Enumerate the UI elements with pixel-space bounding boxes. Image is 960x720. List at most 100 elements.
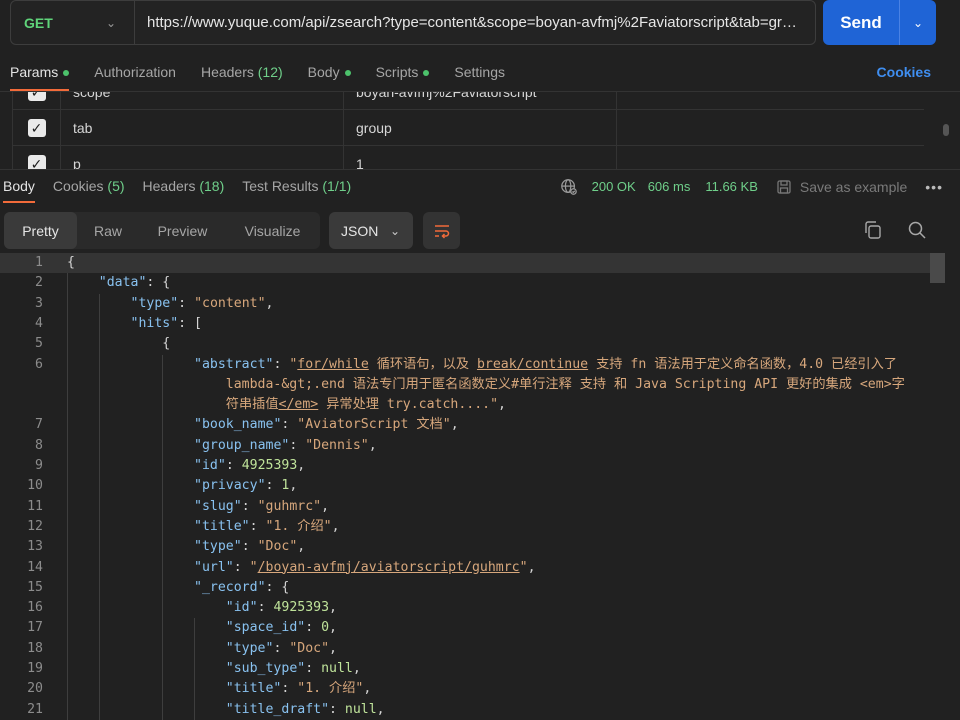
method-select[interactable]: GET ⌄ (11, 1, 135, 44)
view-mode-raw[interactable]: Raw (77, 212, 139, 249)
param-checkbox[interactable]: ✓ (27, 154, 46, 169)
code-token: /boyan-avfmj/aviatorscript/guhmrc (257, 559, 520, 575)
code-line: 16 "id": 4925393, (0, 598, 945, 618)
tab-response-body[interactable]: Body (3, 171, 35, 203)
code-token: "AviatorScript 文档" (297, 417, 451, 433)
code-token: "type" (130, 295, 179, 311)
code-line: 18 "type": "Doc", (0, 639, 945, 659)
code-token: : (241, 498, 258, 514)
param-checkbox[interactable]: ✓ (27, 92, 46, 101)
code-line: 14 "url": "/boyan-avfmj/aviatorscript/gu… (0, 558, 945, 578)
code-token: "abstract" (194, 356, 274, 372)
tab-response-headers[interactable]: Headers (18) (143, 171, 225, 201)
more-options-icon[interactable]: ••• (925, 179, 943, 195)
save-as-example-button[interactable]: Save as example (800, 179, 907, 195)
code-token: , (297, 458, 306, 473)
response-time[interactable]: 606 ms (648, 179, 691, 194)
code-token: { (67, 336, 171, 352)
view-mode-visualize[interactable]: Visualize (226, 212, 319, 249)
code-text: "type": "Doc", (67, 639, 337, 659)
format-select[interactable]: JSON ⌄ (329, 212, 413, 249)
tab-body[interactable]: Body (308, 60, 351, 90)
save-icon (777, 179, 791, 194)
line-number: 20 (27, 681, 43, 697)
tab-headers[interactable]: Headers (12) (201, 60, 283, 90)
code-token: lambda-&gt;.end 语法专门用于匿名函数定义#单行注释 支持 和 J… (67, 376, 905, 392)
param-value[interactable]: boyan-avfmj%2Faviatorscript (344, 92, 617, 109)
param-key[interactable]: p (61, 146, 344, 169)
view-mode-preview[interactable]: Preview (139, 212, 226, 249)
code-token: , (352, 661, 361, 676)
param-checkbox[interactable]: ✓ (27, 118, 46, 137)
code-text: "title": "1. 介绍", (67, 517, 340, 537)
view-mode-switch: Pretty Raw Preview Visualize (4, 212, 320, 249)
code-token: : (233, 559, 250, 575)
code-token: , (329, 600, 337, 616)
param-value[interactable]: 1 (344, 146, 617, 169)
param-description[interactable] (617, 146, 924, 169)
param-description[interactable] (617, 92, 924, 109)
code-token: : (273, 356, 290, 372)
code-token: : (178, 295, 195, 311)
response-body-viewer[interactable]: 1{2 "data": {3 "type": "content", 4 "hits… (0, 253, 960, 720)
line-number: 6 (35, 356, 43, 372)
copy-icon[interactable] (863, 220, 883, 240)
code-token: null (344, 701, 377, 717)
send-dropdown-button[interactable]: ⌄ (899, 0, 936, 45)
line-number: 16 (27, 600, 43, 616)
method-label: GET (24, 14, 53, 31)
line-number: 19 (27, 661, 43, 676)
send-button[interactable]: Send (823, 0, 899, 45)
code-token: "data" (98, 275, 147, 291)
code-token: : (241, 539, 258, 555)
param-key[interactable]: scope (61, 92, 344, 109)
url-input[interactable]: https://www.yuque.com/api/zsearch?type=c… (135, 14, 815, 31)
param-description[interactable] (617, 110, 924, 145)
code-text: "privacy": 1, (67, 476, 297, 496)
tab-authorization[interactable]: Authorization (94, 60, 176, 90)
view-mode-pretty[interactable]: Pretty (4, 212, 77, 249)
param-value[interactable]: group (344, 110, 617, 145)
tab-params[interactable]: Params (10, 60, 70, 91)
line-number: 15 (27, 579, 43, 595)
code-text: "_record": { (67, 578, 289, 598)
cookies-link[interactable]: Cookies (877, 60, 931, 84)
tab-settings-label: Settings (454, 64, 505, 80)
tab-test-results[interactable]: Test Results (1/1) (242, 171, 351, 201)
search-icon[interactable] (907, 220, 927, 240)
code-scrollbar[interactable] (930, 253, 945, 283)
line-number: 13 (27, 539, 43, 555)
tab-response-cookies[interactable]: Cookies (5) (53, 171, 125, 201)
line-number: 21 (27, 701, 43, 717)
code-token: , (297, 539, 306, 555)
code-text: lambda-&gt;.end 语法专门用于匿名函数定义#单行注释 支持 和 J… (67, 375, 905, 395)
wrap-lines-button[interactable] (423, 212, 460, 249)
code-text: "type": "Doc", (67, 537, 305, 557)
response-size[interactable]: 11.66 KB (705, 179, 758, 194)
tab-scripts[interactable]: Scripts (376, 60, 430, 90)
code-token: : (257, 600, 274, 616)
chevron-down-icon: ⌄ (912, 15, 924, 30)
code-token: "1. 介绍" (297, 681, 364, 697)
params-scrollbar[interactable] (943, 124, 949, 136)
globe-icon[interactable] (560, 178, 578, 196)
code-text: "type": "content", (67, 294, 274, 314)
code-text: { (67, 253, 75, 273)
code-token: 异常处理 try.catch...." (318, 397, 499, 413)
indent-guide (194, 618, 195, 720)
code-line: 21 "title_draft": null, (0, 700, 945, 720)
param-checkbox-cell: ✓ (12, 110, 61, 145)
code-line: 6 "abstract": "for/while 循环语句，以及 break/c… (0, 355, 945, 375)
code-token: "sub_type" (225, 661, 306, 676)
line-number: 4 (35, 315, 43, 331)
code-token: for/while (297, 356, 369, 372)
code-token: , (265, 295, 274, 311)
param-checkbox-cell: ✓ (12, 92, 61, 109)
tab-settings[interactable]: Settings (454, 60, 505, 90)
param-key[interactable]: tab (61, 110, 344, 145)
code-text: "id": 4925393, (67, 598, 337, 618)
status-code[interactable]: 200 OK (592, 179, 636, 194)
